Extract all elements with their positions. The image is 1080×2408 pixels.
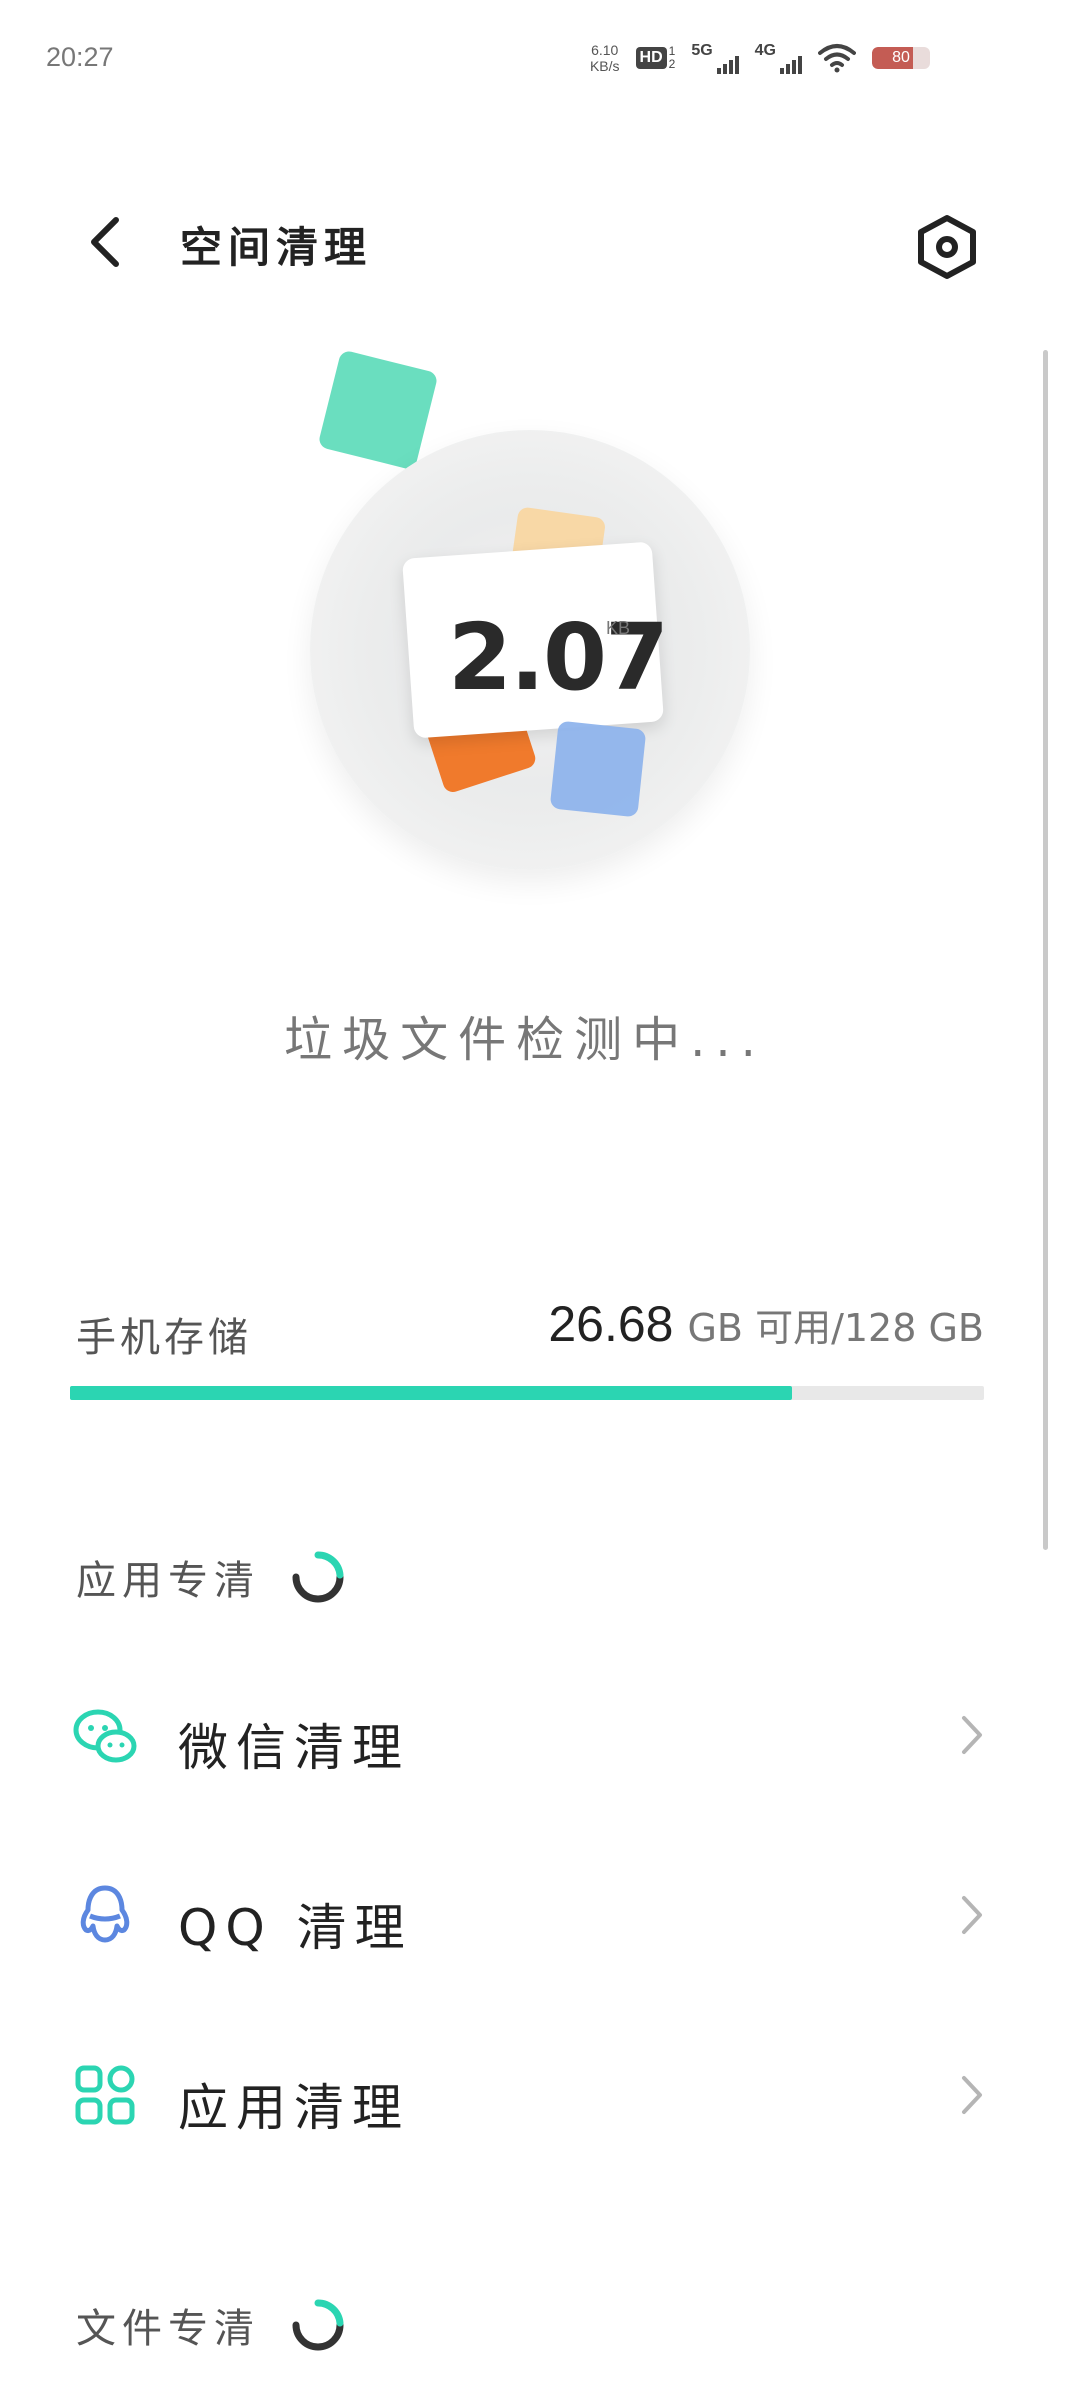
list-item-label: 微信清理 <box>178 1719 410 1777</box>
wechat-icon <box>73 1709 137 1763</box>
status-time: 20:27 <box>46 42 114 72</box>
list-item-qq-clean[interactable]: QQ 清理 <box>0 1850 1080 1980</box>
battery-icon: 80 <box>872 47 930 69</box>
net-speed-unit: KB/s <box>589 58 620 74</box>
settings-icon[interactable] <box>912 212 982 282</box>
hd-label: HD <box>635 47 667 69</box>
section-title-app-clean: 应用专清 <box>76 1558 260 1604</box>
app-clean-header: 应用专清 <box>76 1548 346 1606</box>
network-speed: 6.10 KB/s <box>590 42 620 74</box>
list-item-label: QQ 清理 <box>178 1899 413 1957</box>
qq-icon <box>80 1885 130 1943</box>
net-speed-value: 6.10 <box>591 42 619 58</box>
signal-5g-icon: 5G <box>691 42 739 74</box>
wifi-icon <box>818 44 856 73</box>
section-title-file-clean: 文件专清 <box>76 2306 260 2352</box>
file-clean-header: 文件专清 <box>76 2296 346 2354</box>
apps-grid-icon <box>75 2065 135 2125</box>
status-icons: 6.10 KB/s HD 1 2 5G 4G 80 <box>590 36 930 80</box>
scrollbar[interactable] <box>1043 350 1048 1550</box>
signal-4g-icon: 4G <box>755 42 802 74</box>
storage-unit-text: GB 可用/128 GB <box>687 1306 984 1350</box>
chevron-right-icon <box>962 2076 982 2114</box>
hd-sim-bottom: 2 <box>668 57 676 71</box>
hd-icon: HD 1 2 <box>635 45 676 71</box>
storage-value: 26.68 GB 可用/128 GB <box>548 1295 984 1353</box>
back-arrow-icon[interactable] <box>78 212 138 272</box>
signal-5g-label: 5G <box>691 42 713 59</box>
scanned-size-value: 2.07 <box>448 604 669 711</box>
scanned-size-unit: KB <box>606 618 631 638</box>
floating-file-card <box>317 349 439 471</box>
scan-illustration: 2.07 KB <box>300 340 780 900</box>
battery-level: 80 <box>892 49 910 66</box>
chevron-right-icon <box>962 1896 982 1934</box>
chevron-right-icon <box>962 1716 982 1754</box>
storage-progress-bar <box>70 1386 984 1400</box>
loading-spinner-icon <box>292 1551 344 1603</box>
doc-card-lightblue <box>549 720 647 818</box>
storage-free-value: 26.68 <box>548 1296 674 1352</box>
loading-spinner-icon <box>292 2299 344 2351</box>
list-item-wechat-clean[interactable]: 微信清理 <box>0 1670 1080 1800</box>
list-item-app-clean[interactable]: 应用清理 <box>0 2030 1080 2160</box>
storage-label: 手机存储 <box>76 1315 252 1361</box>
page-title: 空间清理 <box>180 223 373 272</box>
storage-progress-fill <box>70 1386 793 1400</box>
scan-status-text: 垃圾文件检测中... <box>284 1012 766 1068</box>
list-item-label: 应用清理 <box>178 2079 410 2137</box>
signal-4g-label: 4G <box>754 42 776 59</box>
